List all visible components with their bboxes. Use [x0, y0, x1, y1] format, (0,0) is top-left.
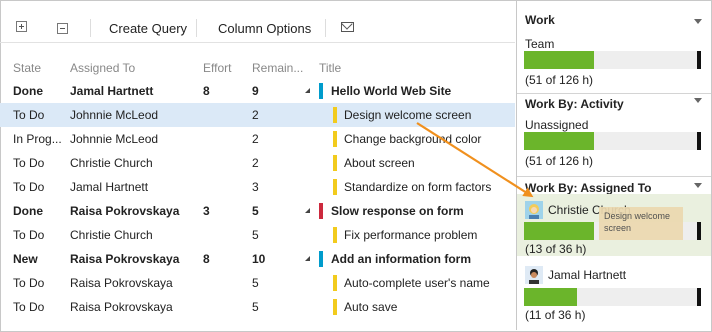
drag-arrow — [416, 122, 534, 198]
